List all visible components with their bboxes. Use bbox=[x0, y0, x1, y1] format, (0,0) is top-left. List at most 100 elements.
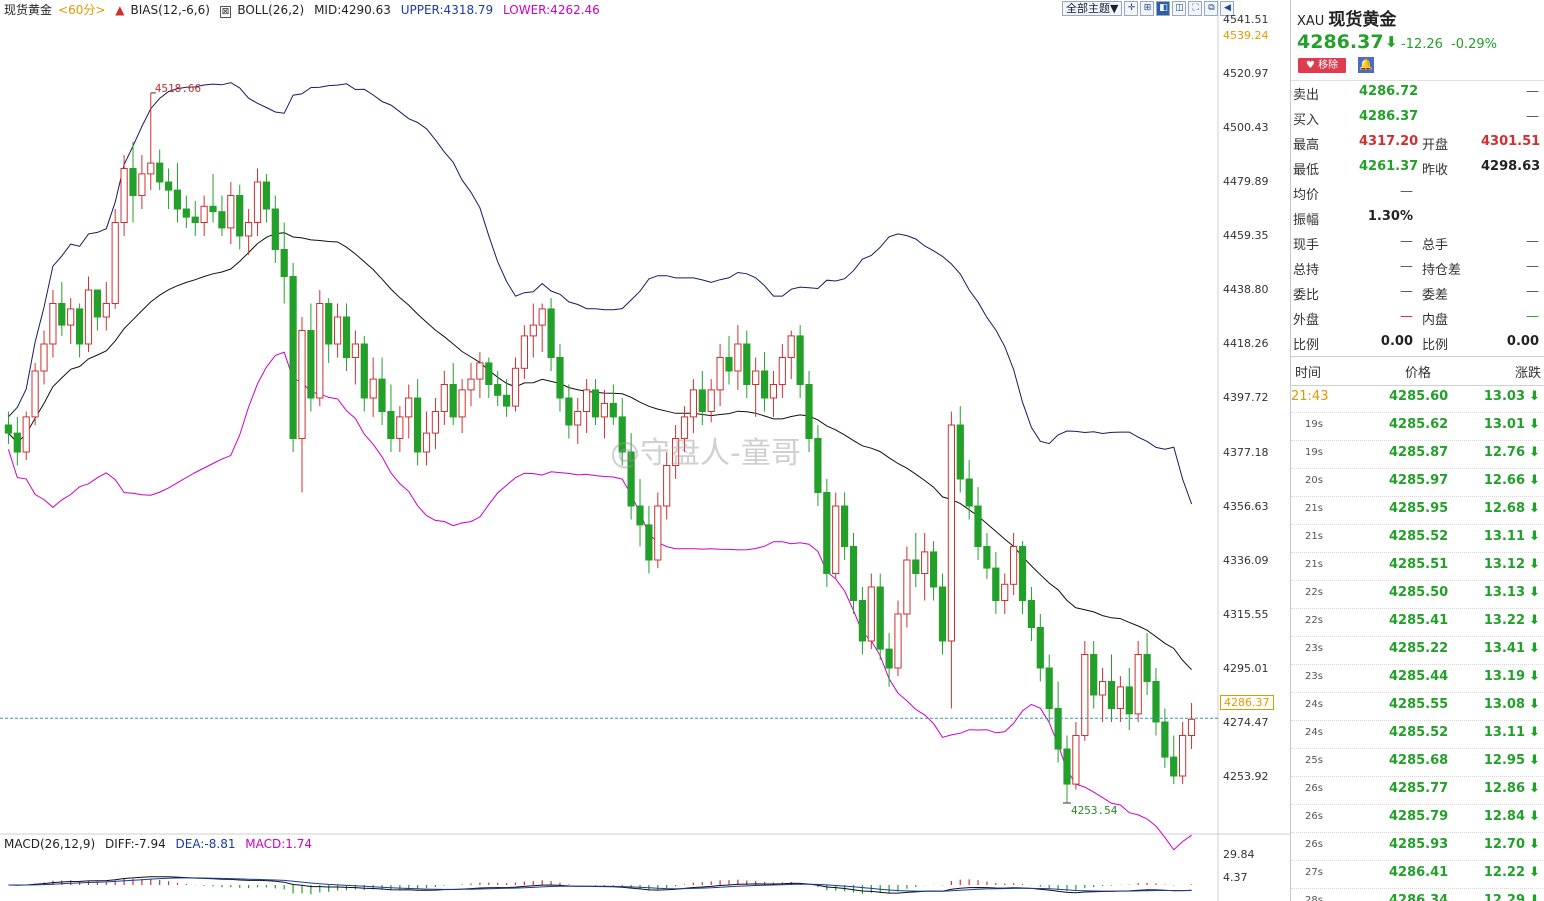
tick-change: 13.19 bbox=[1483, 669, 1525, 684]
tick-time: 26s bbox=[1305, 811, 1323, 822]
theme-dropdown[interactable]: 全部主题▼ bbox=[1062, 1, 1123, 16]
fullscreen-icon[interactable]: ⛶ bbox=[1188, 1, 1203, 16]
price-axis-high: 4539.24 bbox=[1223, 29, 1269, 42]
candle-body bbox=[930, 551, 938, 588]
price-tick: 4253.92 bbox=[1223, 770, 1269, 783]
quote-value-2: 0.00 bbox=[1506, 334, 1539, 349]
tick-time: 24s bbox=[1305, 699, 1323, 710]
candle-body bbox=[796, 335, 804, 385]
quote-value-2: — bbox=[1526, 309, 1539, 324]
tick-price: 4285.50 bbox=[1389, 585, 1449, 600]
price-axis-top: 4541.51 bbox=[1223, 13, 1269, 26]
quote-value: — bbox=[1400, 309, 1413, 324]
candle-body bbox=[823, 492, 831, 574]
legend-upper: UPPER:4318.79 bbox=[400, 3, 494, 17]
layout-icon[interactable]: ◧ bbox=[1156, 1, 1171, 16]
candle-body bbox=[422, 432, 431, 453]
candle-body bbox=[1072, 735, 1080, 785]
tick-change: 13.12 bbox=[1483, 557, 1525, 572]
candle-body bbox=[334, 316, 342, 345]
quote-name: 现货黄金 bbox=[1328, 10, 1397, 30]
candle-body bbox=[876, 586, 884, 650]
tick-row: 27s 4286.41 12.22 ⬇ bbox=[1291, 860, 1544, 889]
tick-row: 23s 4285.44 13.19 ⬇ bbox=[1291, 664, 1544, 693]
candle-body bbox=[396, 416, 404, 439]
tick-change: 12.70 bbox=[1483, 837, 1525, 852]
tick-price: 4285.79 bbox=[1389, 809, 1449, 824]
tick-time: 21s bbox=[1305, 503, 1323, 514]
crosshair-icon[interactable]: ✛ bbox=[1124, 1, 1139, 16]
candle-body bbox=[787, 335, 795, 358]
tick-row: 28s 4286.34 12.29 ⬇ bbox=[1291, 888, 1544, 901]
candle-body bbox=[369, 378, 377, 399]
quote-value: — bbox=[1400, 184, 1413, 199]
candle-body bbox=[191, 216, 199, 224]
candle-body bbox=[583, 389, 591, 412]
price-tick: 4479.89 bbox=[1223, 175, 1269, 188]
candle-body bbox=[494, 384, 502, 396]
candle-body bbox=[716, 357, 724, 391]
restore-icon[interactable]: ⧉ bbox=[1204, 1, 1219, 16]
candle-body bbox=[1125, 686, 1133, 715]
candle-body bbox=[129, 168, 137, 196]
quote-value: — bbox=[1400, 284, 1413, 299]
tick-row: 26s 4285.79 12.84 ⬇ bbox=[1291, 804, 1544, 833]
candle-body bbox=[1027, 600, 1036, 628]
candle-body bbox=[1107, 681, 1116, 709]
candle-body bbox=[22, 416, 30, 453]
remove-favorite-button[interactable]: ♥ 移除 bbox=[1298, 58, 1346, 73]
price-tick: 4336.09 bbox=[1223, 554, 1269, 567]
quote-panel: XAU 现货黄金 4286.37 ⬇ -12.26 -0.29% ♥ 移除 🔔 卖… bbox=[1290, 0, 1544, 901]
legend-period[interactable]: <60分> bbox=[58, 3, 105, 17]
candle-body bbox=[40, 343, 48, 372]
candle-body bbox=[4, 424, 12, 434]
quote-label: 最高 bbox=[1293, 138, 1320, 153]
quote-label: 均价 bbox=[1293, 188, 1320, 203]
candle-body bbox=[1187, 718, 1196, 736]
candle-body bbox=[111, 222, 119, 304]
macd-title: MACD(26,12,9) bbox=[4, 837, 96, 851]
ticks-header-change: 涨跌 bbox=[1515, 366, 1542, 381]
macd-dea: DEA:-8.81 bbox=[175, 837, 236, 851]
tick-time: 27s bbox=[1305, 867, 1323, 878]
candle-body bbox=[520, 335, 528, 369]
tick-price: 4285.55 bbox=[1389, 697, 1449, 712]
candle-body bbox=[912, 559, 920, 574]
tick-time: 23s bbox=[1305, 671, 1323, 682]
quote-value: — bbox=[1400, 234, 1413, 249]
tick-row: 19s 4285.62 13.01 ⬇ bbox=[1291, 412, 1544, 441]
price-tick: 4295.01 bbox=[1223, 662, 1269, 675]
tick-time: 23s bbox=[1305, 643, 1323, 654]
tick-price: 4285.97 bbox=[1389, 473, 1449, 488]
tick-time: 19s bbox=[1305, 447, 1323, 458]
macd-axis-top: 29.84 bbox=[1223, 848, 1255, 861]
tick-row: 24s 4285.55 13.08 ⬇ bbox=[1291, 692, 1544, 721]
tick-time: 20s bbox=[1305, 475, 1323, 486]
candle-body bbox=[805, 384, 813, 439]
candle-body bbox=[965, 478, 973, 507]
price-tick: 4377.18 bbox=[1223, 446, 1269, 459]
min-price-label: 4253.54 bbox=[1071, 804, 1118, 817]
current-price-badge: 4286.37 bbox=[1220, 695, 1274, 710]
quote-label: 总持 bbox=[1293, 263, 1320, 278]
candle-body bbox=[689, 389, 697, 418]
candle-body bbox=[289, 276, 297, 439]
boll-upper-line bbox=[8, 82, 1193, 505]
quote-row: 委比 — 委差 — bbox=[1291, 280, 1544, 305]
grid-icon[interactable]: ⊞ bbox=[1140, 1, 1155, 16]
candle-body bbox=[600, 402, 608, 418]
candle-body bbox=[218, 211, 226, 229]
legend-mid: MID:4290.63 bbox=[314, 3, 391, 17]
quote-value: 1.30% bbox=[1367, 209, 1413, 224]
tick-row: 21s 4285.51 13.12 ⬇ bbox=[1291, 552, 1544, 581]
down-arrow-icon: ⬇ bbox=[1529, 585, 1540, 600]
tick-price: 4285.93 bbox=[1389, 837, 1449, 852]
bell-icon[interactable]: 🔔 bbox=[1358, 57, 1374, 73]
candle-body bbox=[1010, 546, 1018, 585]
candle-body bbox=[761, 370, 769, 399]
quote-row: 现手 — 总手 — bbox=[1291, 230, 1544, 255]
candle-body bbox=[476, 362, 484, 380]
kline-chart-area[interactable]: 4518.66 4253.54 现货黄金 <60分> ▲ BIAS(12,-6,6) … bbox=[0, 0, 1290, 901]
candle-body bbox=[921, 551, 929, 575]
split-icon[interactable]: ◫ bbox=[1172, 1, 1187, 16]
